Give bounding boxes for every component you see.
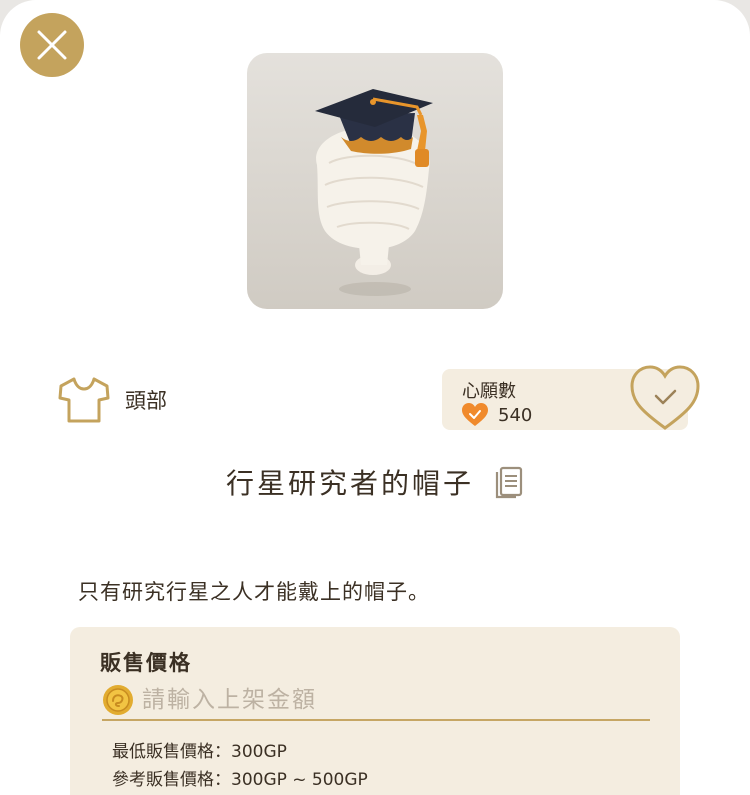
item-category: 頭部 <box>57 375 167 425</box>
copy-icon <box>495 466 523 499</box>
add-to-wishlist-button[interactable] <box>629 364 701 432</box>
price-input[interactable] <box>142 687 622 713</box>
copy-button[interactable] <box>494 465 524 499</box>
wishlist-title: 心願數 <box>462 381 516 402</box>
blank-area <box>166 508 586 574</box>
sale-price-panel: 販售價格 最低販售價格：300GP 參考販售價格：300GP ~ 500GP <box>70 627 680 795</box>
wishlist-count: 540 <box>498 404 533 426</box>
item-detail-sheet: 頭部 心願數 540 行星研究者的帽子 只有研究行星之人才能戴上的帽子。 販售價… <box>0 0 750 795</box>
item-preview-image <box>247 53 503 309</box>
coin-icon <box>103 685 133 715</box>
min-price-text: 最低販售價格：300GP <box>112 742 287 762</box>
price-input-row <box>102 681 650 721</box>
category-label: 頭部 <box>125 389 167 413</box>
close-icon <box>37 30 67 60</box>
item-name: 行星研究者的帽子 <box>225 467 474 500</box>
sale-price-title: 販售價格 <box>100 651 192 675</box>
item-title-row: 行星研究者的帽子 <box>0 462 750 502</box>
heart-check-icon <box>630 365 700 430</box>
reference-price-text: 參考販售價格：300GP ~ 500GP <box>112 770 368 790</box>
shirt-icon <box>58 377 110 423</box>
heart-icon <box>462 403 488 426</box>
item-description: 只有研究行星之人才能戴上的帽子。 <box>78 580 430 604</box>
close-button[interactable] <box>20 13 84 77</box>
